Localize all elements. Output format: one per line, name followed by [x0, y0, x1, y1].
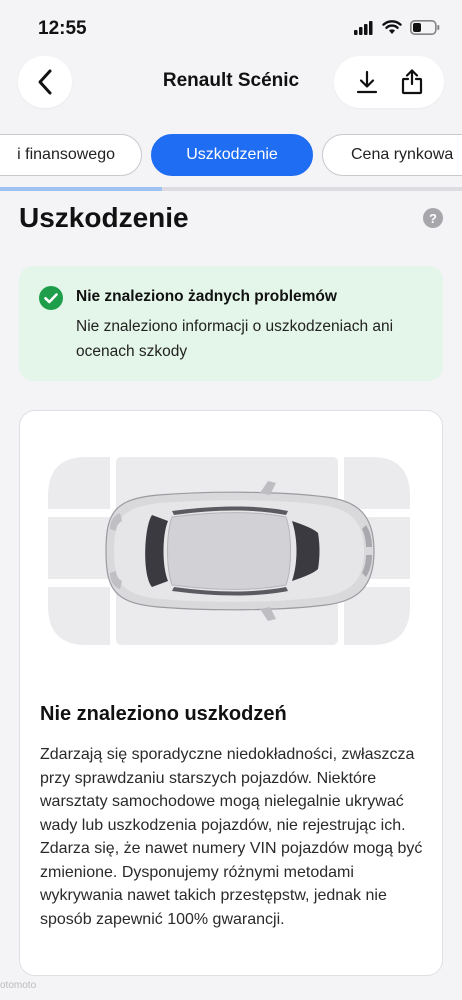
tab-damage[interactable]: Uszkodzenie [151, 134, 313, 176]
watermark-logo: otomoto [0, 980, 37, 991]
back-button[interactable] [18, 56, 72, 108]
battery-icon [410, 20, 440, 35]
no-problems-alert: Nie znaleziono żadnych problemów Nie zna… [19, 266, 443, 381]
zone-front-right [48, 587, 110, 645]
damage-card: Nie znaleziono uszkodzeń Zdarzają się sp… [19, 410, 443, 976]
section-title: Uszkodzenie [19, 202, 189, 233]
signal-icon [354, 20, 373, 35]
alert-title: Nie znaleziono żadnych problemów [76, 288, 337, 305]
header: Renault Scénic [0, 56, 462, 108]
back-chevron-icon [38, 69, 52, 95]
tab-financial[interactable]: i finansowego [0, 134, 142, 176]
header-actions [334, 56, 444, 108]
check-circle-icon [39, 286, 63, 310]
status-time: 12:55 [38, 18, 87, 39]
tab-bar: i finansowego Uszkodzenie Cena rynkowa [0, 134, 462, 178]
download-button[interactable] [347, 62, 387, 102]
wifi-icon [382, 20, 402, 34]
download-icon [356, 70, 377, 94]
status-bar: 12:55 [0, 0, 462, 56]
alert-text: Nie znaleziono informacji o uszkodzeniac… [76, 318, 394, 360]
share-button[interactable] [392, 62, 432, 102]
car-illustration [105, 481, 375, 621]
tab-label: i finansowego [17, 146, 115, 163]
card-text: Zdarzają się sporadyczne niedokładności,… [40, 746, 423, 928]
tab-label: Uszkodzenie [186, 146, 278, 163]
card-title: Nie znaleziono uszkodzeń [40, 703, 287, 725]
car-damage-diagram [48, 457, 410, 645]
zone-front-center [48, 517, 110, 579]
tab-label: Cena rynkowa [351, 146, 454, 163]
help-icon[interactable]: ? [423, 208, 443, 228]
tab-market-price[interactable]: Cena rynkowa [322, 134, 462, 176]
share-icon [401, 69, 422, 95]
page-title: Renault Scénic [162, 70, 300, 91]
zone-front-left [48, 457, 110, 509]
tab-scroll-indicator [0, 187, 162, 191]
status-icons [354, 20, 440, 35]
zone-rear-left [344, 457, 410, 509]
tab-scroll-track [0, 187, 462, 191]
